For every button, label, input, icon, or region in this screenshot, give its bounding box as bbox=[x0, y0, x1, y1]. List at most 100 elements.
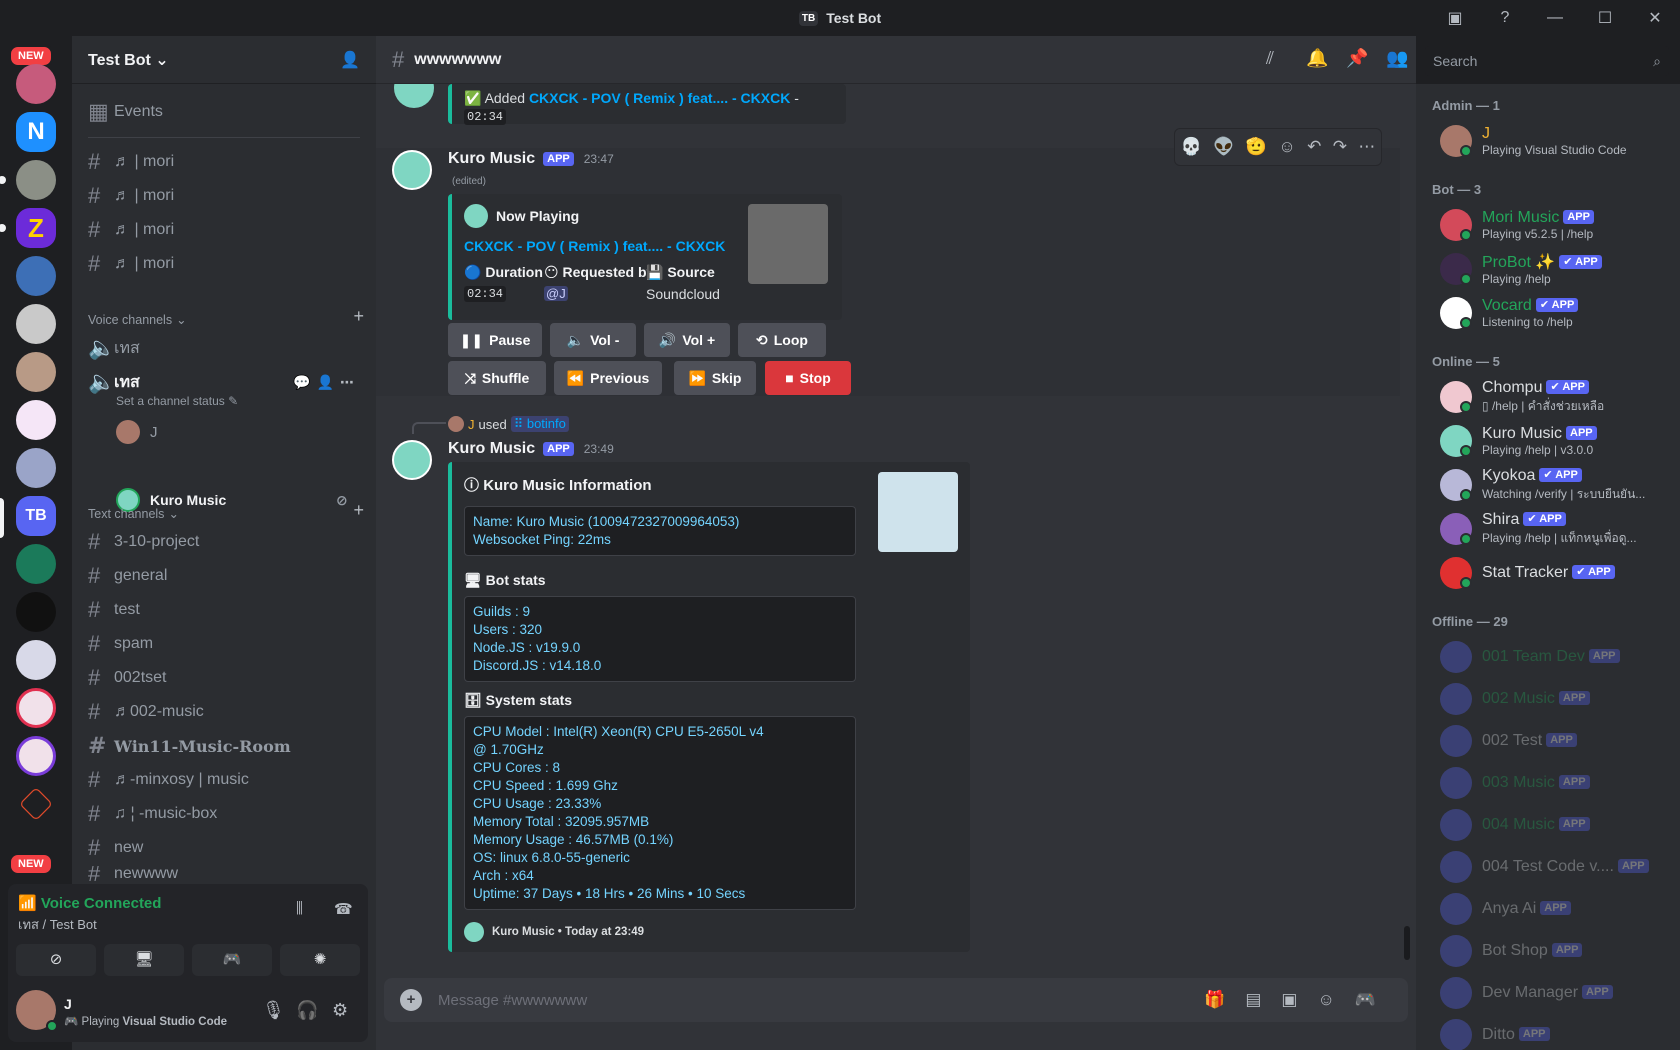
voice-category[interactable]: Voice channels ⌄ bbox=[88, 312, 187, 328]
message-composer[interactable]: + Message #wwwwwww 🎁▤▣☺🎮 bbox=[384, 978, 1408, 1022]
stop-button[interactable]: ■ Stop bbox=[765, 361, 851, 395]
channel-item[interactable]: #3-10-project bbox=[80, 526, 368, 558]
member-item[interactable]: 004 Test Code v.... APP bbox=[1440, 846, 1670, 888]
soundboard-icon[interactable]: ⫼ bbox=[296, 900, 303, 917]
channel-item[interactable]: # Win11-Music-Room bbox=[80, 730, 368, 762]
volume-down-button[interactable]: 🔈 Vol - bbox=[550, 323, 636, 357]
member-item[interactable]: Dev Manager APP bbox=[1440, 972, 1670, 1014]
server-icon[interactable] bbox=[16, 736, 56, 776]
voice-channel[interactable]: 🔈 เทส bbox=[80, 332, 368, 364]
avatar[interactable] bbox=[392, 150, 432, 190]
face-emoji-icon[interactable]: 🫡 bbox=[1246, 137, 1267, 157]
volume-up-button[interactable]: 🔊 Vol + bbox=[644, 323, 730, 357]
invite-icon[interactable]: 👤 bbox=[340, 50, 360, 70]
server-icon[interactable] bbox=[16, 64, 56, 104]
user-mention[interactable]: @J bbox=[544, 286, 568, 301]
emoji-icon[interactable]: ☺ bbox=[1317, 990, 1354, 1009]
server-header[interactable]: Test Bot ⌄ 👤 bbox=[72, 36, 376, 84]
command-mention[interactable]: ⠿ botinfo bbox=[510, 416, 569, 432]
member-item[interactable]: Shira ✔ APP Playing /help | แท็กหนูเพื่อดู… bbox=[1440, 508, 1670, 550]
album-thumbnail[interactable] bbox=[748, 204, 828, 284]
channel-item[interactable]: # ♬002-music bbox=[80, 696, 368, 728]
server-icon[interactable] bbox=[16, 352, 56, 392]
loop-button[interactable]: ⟲ Loop bbox=[738, 323, 826, 357]
members-icon[interactable]: 👥 bbox=[1386, 48, 1408, 69]
channel-item[interactable]: # general bbox=[80, 560, 368, 592]
close-button[interactable]: ✕ bbox=[1630, 8, 1680, 28]
camera-off-button[interactable]: ⊘ bbox=[16, 944, 96, 976]
add-channel-icon[interactable]: + bbox=[353, 306, 364, 327]
gif-icon[interactable]: ▤ bbox=[1245, 990, 1281, 1009]
member-item[interactable]: Bot Shop APP bbox=[1440, 930, 1670, 972]
server-icon[interactable] bbox=[16, 304, 56, 344]
channel-item[interactable]: # new bbox=[80, 832, 368, 864]
channel-item[interactable]: # spam bbox=[80, 628, 368, 660]
scrollbar-thumb[interactable] bbox=[1404, 926, 1410, 960]
channel-item[interactable]: # ♬-minxosy | music bbox=[80, 764, 368, 796]
channel-item[interactable]: # ♬ | mori bbox=[80, 214, 368, 246]
server-icon[interactable] bbox=[16, 160, 56, 200]
message-input[interactable]: Message #wwwwwww bbox=[438, 992, 587, 1009]
server-icon-test-bot[interactable]: TB bbox=[16, 496, 56, 536]
track-link[interactable]: CKXCK - POV ( Remix ) feat.... - CKXCK bbox=[464, 238, 725, 254]
sticker-icon[interactable]: ▣ bbox=[1281, 990, 1317, 1009]
member-item[interactable]: 004 Music APP bbox=[1440, 804, 1670, 846]
help-icon[interactable]: ? bbox=[1480, 9, 1530, 27]
reply-icon[interactable]: ↶ bbox=[1307, 137, 1321, 157]
server-icon[interactable]: N bbox=[16, 112, 56, 152]
disconnect-icon[interactable]: ☎ bbox=[334, 900, 353, 918]
member-item[interactable]: Stat Tracker ✔ APP bbox=[1440, 552, 1670, 594]
member-item[interactable]: Vocard ✔ APP Listening to /help bbox=[1440, 292, 1670, 334]
channel-item[interactable]: # ♬ | mori bbox=[80, 248, 368, 280]
bot-thumbnail[interactable] bbox=[878, 472, 958, 552]
server-icon[interactable] bbox=[16, 448, 56, 488]
server-icon[interactable]: Z bbox=[16, 208, 56, 248]
text-category[interactable]: Text channels ⌄ bbox=[88, 506, 179, 522]
microphone-icon[interactable]: 🎙 bbox=[262, 1000, 285, 1021]
threads-icon[interactable]: ⫽ bbox=[1266, 48, 1274, 69]
channel-item[interactable]: #002tset bbox=[80, 662, 368, 694]
voice-location[interactable]: เทส / Test Bot bbox=[18, 914, 97, 935]
headphones-icon[interactable]: 🎧 bbox=[296, 1000, 318, 1021]
member-item[interactable]: Kuro Music APP Playing /help | v3.0.0 bbox=[1440, 420, 1670, 462]
activity-button[interactable]: 🎮 bbox=[192, 944, 272, 976]
member-item[interactable]: J Playing Visual Studio Code bbox=[1440, 120, 1670, 162]
member-item[interactable]: 003 Music APP bbox=[1440, 762, 1670, 804]
author-name[interactable]: Kuro Music bbox=[448, 150, 535, 168]
member-item[interactable]: 001 Team Dev APP bbox=[1440, 636, 1670, 678]
channel-item[interactable]: # ♬ | mori bbox=[80, 146, 368, 178]
pin-icon[interactable]: 📌 bbox=[1346, 48, 1368, 69]
channel-actions-icon[interactable]: 💬👤⋯ bbox=[293, 374, 360, 391]
apps-icon[interactable]: 🎮 bbox=[1355, 990, 1396, 1009]
add-reaction-icon[interactable]: ☺ bbox=[1278, 137, 1295, 157]
skip-button[interactable]: ⏩ Skip bbox=[674, 361, 756, 395]
member-item[interactable]: Kyokoa ✔ APP Watching /verify | ระบบยืนยัน… bbox=[1440, 464, 1670, 506]
forward-icon[interactable]: ↷ bbox=[1333, 137, 1347, 157]
channel-item[interactable]: # ♬ | mori bbox=[80, 180, 368, 212]
track-link[interactable]: CKXCK - POV ( Remix ) feat.... - CKXCK bbox=[529, 90, 790, 106]
member-item[interactable]: 002 Test APP bbox=[1440, 720, 1670, 762]
screenshare-button[interactable]: 🖥 bbox=[104, 944, 184, 976]
events-item[interactable]: ▦ Events bbox=[80, 96, 368, 128]
gift-icon[interactable]: 🎁 bbox=[1204, 990, 1245, 1009]
skull-emoji-icon[interactable]: 💀 bbox=[1181, 137, 1202, 157]
add-channel-icon[interactable]: + bbox=[353, 500, 364, 521]
maximize-button[interactable]: ☐ bbox=[1580, 8, 1630, 28]
shuffle-button[interactable]: ⤨ Shuffle bbox=[448, 361, 546, 395]
more-icon[interactable]: ⋯ bbox=[1358, 137, 1375, 157]
previous-button[interactable]: ⏪ Previous bbox=[554, 361, 662, 395]
server-icon[interactable] bbox=[16, 688, 56, 728]
server-icon[interactable] bbox=[19, 787, 53, 821]
avatar[interactable] bbox=[392, 440, 432, 480]
inbox-icon[interactable]: ▣ bbox=[1430, 8, 1480, 28]
member-item[interactable]: Mori Music APP Playing v5.2.5 | /help bbox=[1440, 204, 1670, 246]
pause-button[interactable]: ❚❚ Pause bbox=[448, 323, 542, 357]
server-icon[interactable] bbox=[16, 592, 56, 632]
alien-emoji-icon[interactable]: 👽 bbox=[1213, 137, 1234, 157]
voice-user[interactable]: J bbox=[116, 420, 158, 444]
author-name[interactable]: Kuro Music bbox=[448, 440, 535, 458]
member-item[interactable]: ProBot ✨ ✔ APP Playing /help bbox=[1440, 248, 1670, 290]
member-item[interactable]: Anya Ai APP bbox=[1440, 888, 1670, 930]
channel-item[interactable]: # ♫ ¦ -music-box bbox=[80, 798, 368, 830]
soundboard-button[interactable]: ✺ bbox=[280, 944, 360, 976]
